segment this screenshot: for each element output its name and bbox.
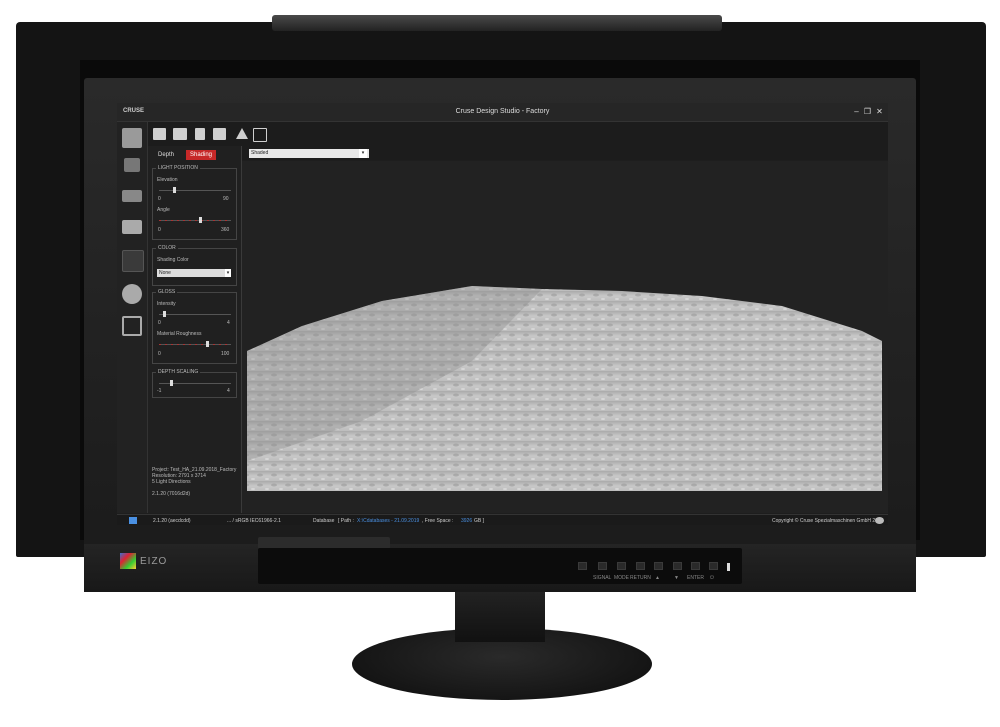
angle-label: Angle: [157, 207, 170, 213]
power-label: ⏻: [710, 575, 714, 581]
panel-version: 2.1.20 (7016d2d): [152, 491, 191, 497]
status-copyright: Copyright © Cruse Spezialmaschinen GmbH …: [772, 518, 884, 524]
gloss-label: GLOSS: [156, 289, 178, 295]
up-button[interactable]: [654, 562, 663, 570]
roughness-min: 0: [158, 351, 161, 357]
app-window: CRUSE Cruse Design Studio - Factory – ❐ …: [117, 103, 888, 525]
elevation-slider-handle[interactable]: [173, 187, 177, 193]
restore-icon[interactable]: ❐: [863, 107, 872, 116]
chat-icon[interactable]: [875, 517, 884, 524]
mode-label: MODE: [614, 575, 629, 581]
intensity-min: 0: [158, 320, 161, 326]
minimize-icon[interactable]: –: [852, 107, 861, 116]
project-info: Project: Test_HA_21.09.2018_Factory Reso…: [152, 467, 238, 497]
down-button[interactable]: [673, 562, 682, 570]
shading-color-dropdown[interactable]: None: [157, 269, 231, 277]
settings-panel: Depth Shading LIGHT POSITION Elevation 0…: [148, 146, 242, 513]
up-label: ▲: [655, 575, 660, 581]
exit-icon[interactable]: [253, 128, 267, 142]
down-label: ▼: [674, 575, 679, 581]
hood-top-cover: [272, 15, 722, 31]
eizo-logo-icon: [120, 553, 136, 569]
status-free-space-label: , Free Space :: [422, 518, 454, 524]
color-group: COLOR Shading Color None ▾: [152, 245, 237, 286]
depth-scaling-max: 4: [227, 388, 230, 394]
return-button[interactable]: [636, 562, 645, 570]
home-icon[interactable]: [122, 128, 142, 148]
color-label: COLOR: [156, 245, 178, 251]
angle-slider-handle[interactable]: [198, 217, 202, 223]
grid-icon[interactable]: [124, 158, 140, 172]
shuffle-icon[interactable]: [129, 517, 137, 524]
status-path-value: X:\Cdatabases - 21.09.2019: [357, 518, 420, 524]
triangle-icon[interactable]: [236, 128, 248, 139]
monitor-brand: EIZO: [140, 556, 168, 567]
chevron-down-icon[interactable]: ▾: [225, 269, 231, 277]
shading-mode-dropdown[interactable]: Shaded: [249, 149, 369, 158]
signal-button[interactable]: [598, 562, 607, 570]
gloss-group: GLOSS Intensity 0 4 Material Roughness 0…: [152, 289, 237, 364]
export-icon[interactable]: [213, 128, 226, 140]
tab-shading[interactable]: Shading: [186, 150, 217, 160]
elevation-max: 90: [223, 196, 229, 202]
terrain-render: [247, 286, 882, 491]
enter-label: ENTER: [687, 575, 704, 581]
stand-neck: [455, 592, 545, 642]
toolbar: [147, 122, 888, 146]
intensity-max: 4: [227, 320, 230, 326]
intensity-label: Intensity: [157, 301, 176, 307]
elevation-label: Elevation: [157, 177, 178, 183]
status-version: 2.1.20 (aecdcdd): [153, 518, 191, 524]
mode-button[interactable]: [617, 562, 626, 570]
status-color-profile: ... / sRGB IEC61966-2.1: [227, 518, 281, 524]
save-icon[interactable]: [195, 128, 205, 140]
enter-button[interactable]: [691, 562, 700, 570]
project-lights: 5 Light Directions: [152, 479, 191, 485]
button-indicator[interactable]: [578, 562, 587, 570]
status-free-space-value: 3926: [461, 518, 473, 524]
3d-viewport[interactable]: [242, 161, 888, 513]
power-button[interactable]: [709, 562, 718, 570]
status-bar: 2.1.20 (aecdcdd) ... / sRGB IEC61966-2.1…: [117, 514, 888, 525]
texture-icon[interactable]: [122, 250, 144, 272]
light-position-group: LIGHT POSITION Elevation 0 90 Angle 0 36…: [152, 165, 237, 240]
return-label: RETURN: [630, 575, 651, 581]
window-title: Cruse Design Studio - Factory: [455, 108, 550, 115]
import-icon[interactable]: [173, 128, 187, 140]
roughness-slider-handle[interactable]: [205, 341, 209, 347]
depth-scaling-group: DEPTH SCALING -1 4: [152, 369, 237, 398]
light-icon[interactable]: [122, 190, 142, 202]
status-path-label: [ Path :: [338, 518, 354, 524]
light-position-label: LIGHT POSITION: [156, 165, 200, 171]
roughness-label: Material Roughness: [157, 331, 202, 337]
left-rail: [117, 122, 148, 513]
logout-icon[interactable]: [122, 316, 142, 336]
intensity-slider[interactable]: [159, 314, 231, 315]
depth-scaling-label: DEPTH SCALING: [156, 369, 201, 375]
intensity-slider-handle[interactable]: [162, 311, 166, 317]
tab-depth[interactable]: Depth: [154, 150, 178, 160]
roughness-max: 100: [221, 351, 230, 357]
shading-mode-chevron-icon[interactable]: ▾: [359, 149, 367, 158]
roughness-slider[interactable]: [159, 344, 231, 345]
signal-label: SIGNAL: [593, 575, 612, 581]
power-led: [727, 563, 730, 571]
layers-icon[interactable]: [122, 220, 142, 234]
elevation-slider[interactable]: [159, 190, 231, 191]
close-icon[interactable]: ✕: [875, 107, 884, 116]
depth-scaling-min: -1: [157, 388, 162, 394]
control-strip: [258, 548, 742, 584]
elevation-min: 0: [158, 196, 161, 202]
status-free-space-unit: GB ]: [474, 518, 485, 524]
angle-min: 0: [158, 227, 161, 233]
status-database-label: Database: [313, 518, 335, 524]
open-folder-icon[interactable]: [153, 128, 166, 140]
angle-max: 360: [221, 227, 230, 233]
shading-color-label: Shading Color: [157, 257, 189, 263]
depth-scaling-slider-handle[interactable]: [169, 380, 173, 386]
angle-slider[interactable]: [159, 220, 231, 221]
gear-icon[interactable]: [122, 284, 142, 304]
